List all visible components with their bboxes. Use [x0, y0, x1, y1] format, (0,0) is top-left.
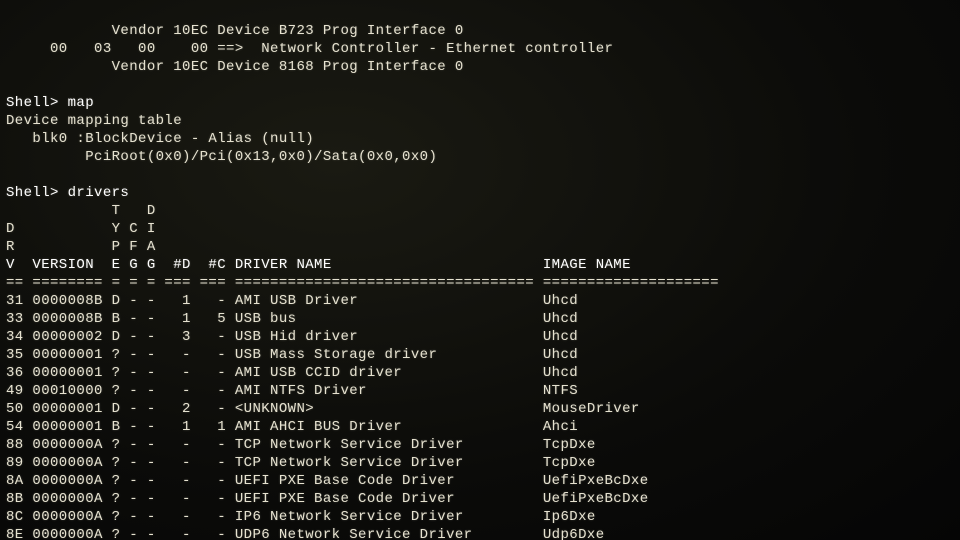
map-title: Device mapping table — [6, 113, 182, 129]
pci-info-line-3: Vendor 10EC Device 8168 Prog Interface 0 — [6, 59, 464, 75]
drivers-header-1: T D — [6, 203, 156, 219]
pci-info-line-1: Vendor 10EC Device B723 Prog Interface 0 — [6, 23, 464, 39]
pci-info-line-2: 00 03 00 00 ==> Network Controller - Eth… — [6, 41, 613, 57]
map-row-path: PciRoot(0x0)/Pci(0x13,0x0)/Sata(0x0,0x0) — [6, 149, 437, 165]
map-row-blk0: blk0 :BlockDevice - Alias (null) — [6, 131, 314, 147]
drivers-header-2: D Y C I — [6, 221, 156, 237]
drivers-header-3: R P F A — [6, 239, 156, 255]
drivers-header-4: V VERSION E G G #D #C DRIVER NAME IMAGE … — [6, 257, 631, 273]
shell-prompt-drivers: Shell> drivers — [6, 185, 129, 201]
drivers-table-body: 31 0000008B D - - 1 - AMI USB Driver Uhc… — [6, 292, 954, 540]
shell-prompt-map: Shell> map — [6, 95, 94, 111]
uefi-shell-terminal[interactable]: Vendor 10EC Device B723 Prog Interface 0… — [0, 0, 960, 540]
drivers-header-sep: == ======== = = = === === ==============… — [6, 275, 719, 291]
